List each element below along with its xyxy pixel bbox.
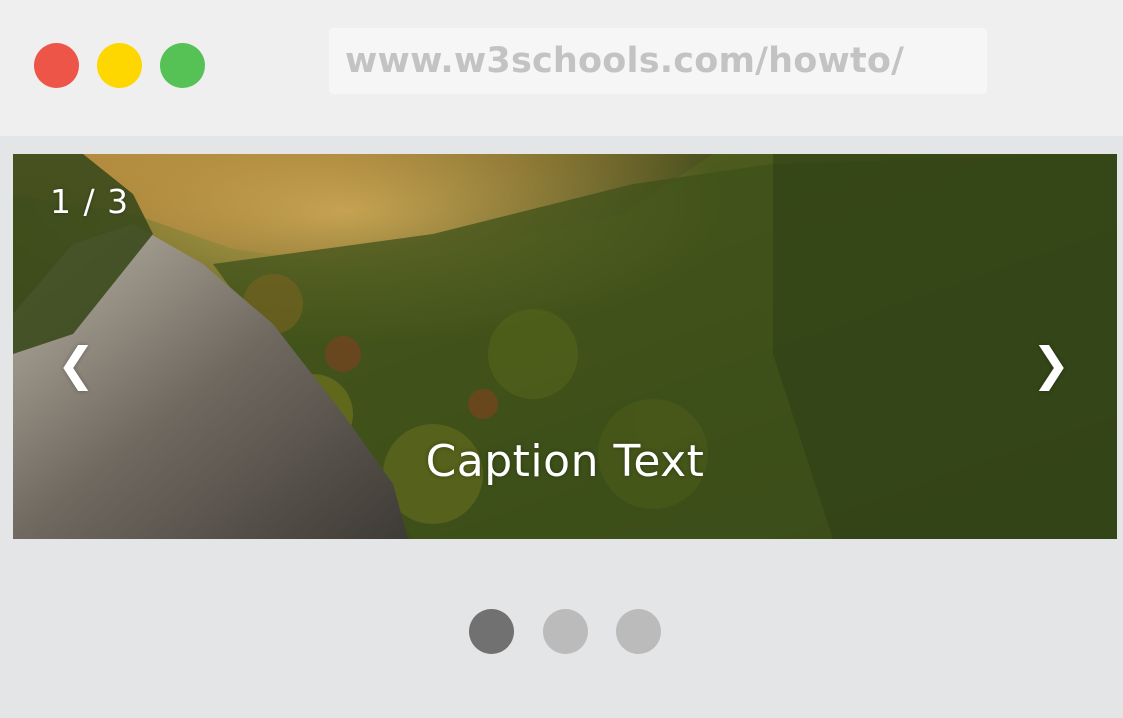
maximize-window-button[interactable] [160,43,205,88]
minimize-window-button[interactable] [97,43,142,88]
slide-indicator-1[interactable] [469,609,514,654]
browser-toolbar: www.w3schools.com/howto/ [0,0,1123,136]
slide-caption: Caption Text [425,436,705,487]
address-bar[interactable]: www.w3schools.com/howto/ [329,28,987,94]
close-window-button[interactable] [34,43,79,88]
slide-indicator-3[interactable] [616,609,661,654]
slide-indicator-2[interactable] [543,609,588,654]
slide-counter: 1 / 3 [50,182,130,221]
slide-indicators [0,609,1123,655]
previous-slide-button[interactable]: ❮ [51,334,101,394]
slideshow-container: 1 / 3 ❮ ❯ Caption Text [13,154,1117,539]
next-slide-button[interactable]: ❯ [1026,334,1076,394]
